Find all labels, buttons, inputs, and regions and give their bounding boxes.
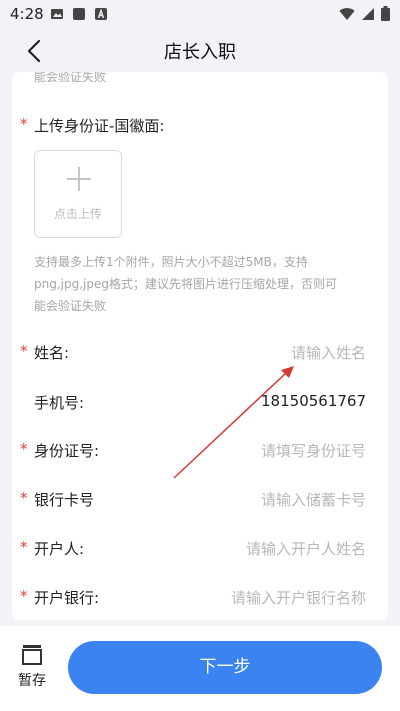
phone-label: 手机号: (34, 394, 85, 412)
upload-text: 点击上传 (53, 207, 102, 221)
upload-hint-line3: 能会验证失败 (34, 299, 107, 313)
name-label: 姓名: (34, 344, 70, 362)
status-bar: 4:28 (0, 0, 400, 28)
status-time: 4:28 (10, 5, 44, 23)
bottom-bar: 暂存 下一步 (0, 626, 400, 711)
next-step-button[interactable]: 下一步 (68, 641, 382, 694)
account-holder-input[interactable]: 请输入开户人姓名 (246, 538, 366, 559)
previous-upload-hint: 能会验证失败 (34, 72, 107, 84)
id-number-label: 身份证号: (34, 442, 100, 460)
phone-value: 18150561767 (261, 392, 366, 410)
required-marker: * (20, 587, 28, 605)
required-marker: * (20, 342, 28, 360)
required-marker: * (20, 440, 28, 458)
bank-name-input[interactable]: 请输入开户银行名称 (231, 587, 366, 608)
gallery-icon (51, 9, 63, 19)
wifi-icon (339, 7, 355, 20)
signal-icon (362, 7, 374, 20)
bank-card-input[interactable]: 请输入储蓄卡号 (261, 489, 366, 510)
nav-header: 店长入职 (0, 28, 400, 72)
required-marker: * (20, 538, 28, 556)
page-title: 店长入职 (164, 42, 236, 63)
required-marker: * (20, 115, 28, 133)
save-draft-icon (22, 645, 42, 665)
system-icons (339, 6, 390, 21)
name-input[interactable]: 请输入姓名 (291, 342, 366, 363)
upload-national-emblem-button[interactable]: 点击上传 (34, 150, 122, 238)
save-draft-label: 暂存 (18, 673, 46, 689)
bank-name-label: 开户银行: (34, 589, 100, 607)
form-card: 能会验证失败 * 上传身份证-国徽面: 点击上传 支持最多上传1个附件，照片大小… (12, 72, 388, 620)
battery-icon (381, 6, 390, 21)
square-icon (73, 8, 85, 20)
id-number-input[interactable]: 请填写身份证号 (261, 440, 366, 461)
required-marker: * (20, 489, 28, 507)
account-holder-label: 开户人: (34, 540, 85, 558)
save-draft-button[interactable]: 暂存 (14, 644, 50, 694)
upload-hint-line2: png,jpg,jpeg格式；建议先将图片进行压缩处理，否则可 (34, 277, 337, 291)
national-emblem-label: 上传身份证-国徽面: (34, 117, 165, 135)
upload-hint-line1: 支持最多上传1个附件，照片大小不超过5MB，支持 (34, 255, 308, 269)
bank-card-label: 银行卡号 (34, 491, 95, 509)
app-a-icon (95, 8, 107, 20)
